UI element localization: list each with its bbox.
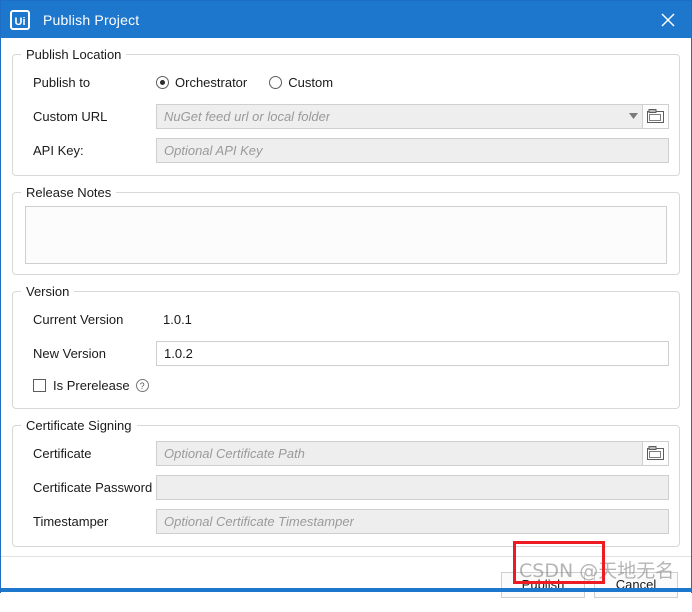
certificate-browse-button[interactable]	[643, 440, 669, 466]
api-key-input[interactable]: Optional API Key	[156, 137, 669, 163]
timestamper-placeholder: Optional Certificate Timestamper	[164, 513, 354, 529]
custom-url-browse-button[interactable]	[643, 103, 669, 129]
radio-orchestrator[interactable]: Orchestrator	[156, 75, 247, 90]
new-version-value: 1.0.2	[164, 345, 193, 361]
custom-url-label: Custom URL	[33, 108, 108, 124]
certificate-password-row: Certificate Password	[23, 473, 669, 501]
current-version-value: 1.0.1	[163, 311, 192, 327]
timestamper-input[interactable]: Optional Certificate Timestamper	[156, 508, 669, 534]
radio-custom-indicator	[269, 75, 283, 89]
api-key-label: API Key:	[33, 142, 84, 158]
dialog-content: Publish Location Publish to Orchestrator…	[1, 38, 691, 556]
radio-custom[interactable]: Custom	[269, 75, 333, 90]
help-icon[interactable]: ?	[135, 378, 149, 392]
new-version-row: New Version 1.0.2	[23, 339, 669, 367]
publish-button[interactable]: Publish	[501, 571, 585, 598]
publish-to-label: Publish to	[33, 74, 91, 90]
radio-orchestrator-label: Orchestrator	[175, 74, 248, 90]
version-group-label: Version	[26, 284, 70, 299]
dialog-footer: Publish Cancel	[1, 556, 691, 612]
certificate-label: Certificate	[33, 445, 92, 461]
window-title: Publish Project	[43, 11, 140, 28]
new-version-input[interactable]: 1.0.2	[156, 340, 669, 366]
publish-project-dialog: Ui Publish Project Publish Location Publ…	[0, 0, 692, 612]
timestamper-label: Timestamper	[33, 513, 109, 529]
folder-icon	[647, 446, 664, 460]
publish-to-row: Publish to Orchestrator Custom	[23, 68, 669, 96]
custom-url-placeholder: NuGet feed url or local folder	[164, 108, 331, 124]
publish-location-group-label: Publish Location	[26, 47, 122, 62]
certificate-row: Certificate Optional Certificate Path	[23, 439, 669, 467]
certificate-placeholder: Optional Certificate Path	[164, 445, 305, 461]
radio-orchestrator-indicator	[156, 75, 169, 89]
release-notes-textarea[interactable]	[25, 206, 667, 264]
title-bar: Ui Publish Project	[1, 1, 691, 38]
api-key-row: API Key: Optional API Key	[23, 136, 669, 164]
publish-location-group: Publish Location Publish to Orchestrator…	[12, 47, 680, 176]
close-icon	[661, 13, 675, 26]
certificate-input[interactable]: Optional Certificate Path	[156, 440, 643, 466]
chevron-down-icon	[628, 113, 638, 119]
certificate-password-label: Certificate Password	[33, 479, 153, 495]
current-version-label: Current Version	[33, 311, 124, 327]
cancel-button[interactable]: Cancel	[594, 571, 678, 598]
is-prerelease-label: Is Prerelease	[53, 377, 130, 393]
certificate-signing-group-label: Certificate Signing	[26, 418, 132, 433]
radio-custom-label: Custom	[288, 74, 334, 90]
is-prerelease-row[interactable]: Is Prerelease ?	[23, 373, 669, 397]
custom-url-dropdown-button[interactable]	[624, 113, 642, 119]
new-version-label: New Version	[33, 345, 106, 361]
close-button[interactable]	[645, 1, 691, 38]
timestamper-row: Timestamper Optional Certificate Timesta…	[23, 507, 669, 535]
current-version-row: Current Version 1.0.1	[23, 305, 669, 333]
custom-url-row: Custom URL NuGet feed url or local folde…	[23, 102, 669, 130]
bottom-accent-strip	[1, 588, 692, 592]
version-group: Version Current Version 1.0.1 New Versio…	[12, 284, 680, 409]
custom-url-input[interactable]: NuGet feed url or local folder	[156, 103, 643, 129]
certificate-signing-group: Certificate Signing Certificate Optional…	[12, 418, 680, 547]
api-key-placeholder: Optional API Key	[164, 142, 263, 158]
uipath-logo-icon: Ui	[10, 9, 30, 30]
is-prerelease-checkbox[interactable]	[33, 378, 46, 392]
release-notes-group: Release Notes	[12, 185, 680, 275]
folder-icon	[647, 109, 664, 123]
release-notes-group-label: Release Notes	[26, 185, 112, 200]
certificate-password-input[interactable]	[156, 474, 669, 500]
